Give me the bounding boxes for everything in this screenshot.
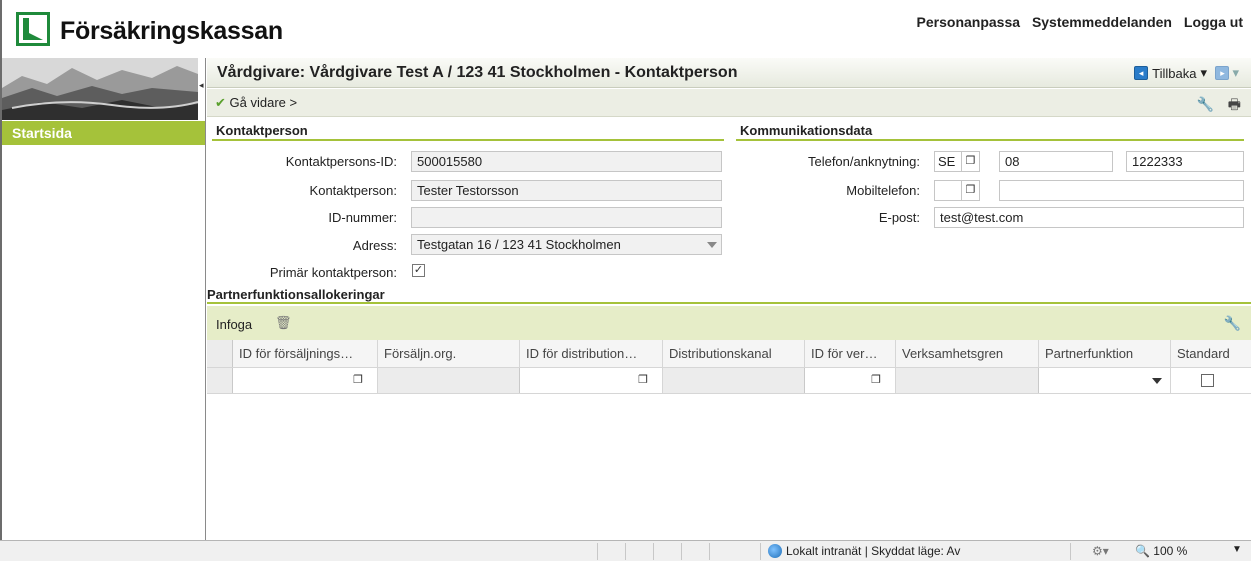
partner-heading-underline: [207, 302, 1251, 304]
app-header: Försäkringskassan Personanpassa Systemme…: [0, 0, 1251, 58]
statusbar-divider: [681, 543, 682, 560]
e-post-field[interactable]: test@test.com: [934, 207, 1244, 228]
statusbar-divider: [653, 543, 654, 560]
valuehelp-icon[interactable]: ❐: [638, 373, 648, 386]
left-navigation: ◂ Startsida: [0, 58, 206, 540]
telefon-country-field[interactable]: SE: [934, 151, 962, 172]
primar-kontaktperson-label: Primär kontaktperson:: [269, 265, 397, 280]
statusbar-divider: [760, 543, 761, 560]
continue-label: Gå vidare >: [229, 95, 298, 110]
statusbar-divider: [597, 543, 598, 560]
back-dropdown-icon[interactable]: ▾: [1200, 65, 1207, 81]
mobil-country-valuehelp-icon[interactable]: ❐: [961, 180, 980, 201]
partner-heading: Partnerfunktionsallokeringar: [207, 287, 385, 302]
cell-forsaljn-org: [378, 368, 520, 393]
personanpassa-link[interactable]: Personanpassa: [917, 14, 1021, 30]
kommunikationsdata-heading: Kommunikationsdata: [736, 119, 1244, 141]
valuehelp-icon[interactable]: ❐: [871, 373, 881, 386]
back-arrow-icon: ◂: [1134, 66, 1149, 80]
page-titlebar: Vårdgivare: Vårdgivare Test A / 123 41 S…: [207, 58, 1251, 88]
kontaktpersons-id-field: 500015580: [411, 151, 722, 172]
adress-dropdown-icon[interactable]: [707, 242, 717, 248]
kontaktpersons-id-label: Kontaktpersons-ID:: [285, 154, 397, 169]
toolbar-icons: 🔧 🖶: [1186, 94, 1241, 118]
top-links: Personanpassa Systemmeddelanden Logga ut: [909, 14, 1243, 30]
forsakringskassan-logo: [16, 12, 50, 46]
forward-dropdown-icon[interactable]: ▾: [1232, 65, 1239, 81]
back-label: Tillbaka: [1152, 65, 1197, 81]
page-title: Vårdgivare: Vårdgivare Test A / 123 41 S…: [217, 64, 738, 81]
col-header-id-verksamhet[interactable]: ID för ver…: [805, 340, 896, 367]
personalize-wrench-icon[interactable]: 🔧: [1196, 96, 1213, 112]
nav-startsida[interactable]: Startsida: [2, 121, 205, 145]
infoga-button[interactable]: Infoga: [216, 317, 252, 332]
cell-id-distribution[interactable]: ❐: [520, 368, 663, 393]
col-header-verksamhetsgren[interactable]: Verksamhetsgren: [896, 340, 1039, 367]
adress-label: Adress:: [352, 238, 397, 253]
row-selector[interactable]: [207, 368, 233, 393]
logga-ut-link[interactable]: Logga ut: [1184, 14, 1243, 30]
col-header-standard[interactable]: Standard: [1171, 340, 1251, 367]
action-toolbar: ✔ Gå vidare > 🔧 🖶: [207, 89, 1251, 117]
valuehelp-icon[interactable]: ❐: [353, 373, 363, 386]
browser-statusbar: Lokalt intranät | Skyddat läge: Av ⚙▾ 🔍 …: [0, 540, 1251, 561]
id-nummer-field: [411, 207, 722, 228]
telefon-label: Telefon/anknytning:: [807, 154, 920, 169]
cell-id-forsaljning[interactable]: ❐: [233, 368, 378, 393]
security-zone-label: Lokalt intranät | Skyddat läge: Av: [786, 544, 961, 558]
table-settings-wrench-icon[interactable]: 🔧: [1224, 315, 1241, 332]
primar-kontaktperson-checkbox[interactable]: ✓: [412, 264, 425, 277]
col-header-id-distribution[interactable]: ID för distribution…: [520, 340, 663, 367]
delete-row-trash-icon[interactable]: 🗑: [275, 315, 292, 331]
continue-button[interactable]: ✔ Gå vidare >: [215, 95, 297, 111]
protected-mode-icon[interactable]: ⚙▾: [1092, 544, 1109, 558]
mobil-country-field[interactable]: [934, 180, 962, 201]
mobiltelefon-field[interactable]: [999, 180, 1244, 201]
adress-select[interactable]: Testgatan 16 / 123 41 Stockholmen: [411, 234, 722, 255]
cell-id-verksamhet[interactable]: ❐: [805, 368, 896, 393]
statusbar-divider: [709, 543, 710, 560]
telefon-number-field[interactable]: 1222333: [1126, 151, 1244, 172]
print-icon[interactable]: 🖶: [1228, 96, 1241, 112]
cell-distributionskanal: [663, 368, 805, 393]
statusbar-divider: [625, 543, 626, 560]
zoom-icon: 🔍: [1135, 544, 1150, 558]
partner-table-toolbar: Infoga 🗑 🔧: [207, 306, 1251, 340]
table-row: ❐ ❐ ❐: [207, 368, 1251, 394]
zoom-level: 100 %: [1153, 544, 1188, 558]
back-button[interactable]: ◂ Tillbaka ▾: [1134, 65, 1207, 81]
zoom-dropdown-icon[interactable]: ▼: [1232, 544, 1242, 555]
forward-arrow-icon: ▸: [1215, 66, 1230, 80]
row-selector-header[interactable]: [207, 340, 233, 367]
telefon-area-field[interactable]: 08: [999, 151, 1113, 172]
cell-partnerfunktion-select[interactable]: [1039, 368, 1171, 393]
statusbar-divider: [1070, 543, 1071, 560]
mobiltelefon-label: Mobiltelefon:: [846, 183, 920, 198]
zoom-control[interactable]: 🔍 100 %: [1135, 544, 1187, 558]
col-header-id-forsaljning[interactable]: ID för försäljnings…: [233, 340, 378, 367]
id-nummer-label: ID-nummer:: [328, 210, 397, 225]
cell-standard: [1171, 368, 1251, 393]
intranet-globe-icon: [768, 544, 782, 558]
adress-value: Testgatan 16 / 123 41 Stockholmen: [417, 237, 621, 252]
standard-checkbox[interactable]: [1201, 374, 1214, 387]
telefon-country-valuehelp-icon[interactable]: ❐: [961, 151, 980, 172]
systemmeddelanden-link[interactable]: Systemmeddelanden: [1032, 14, 1172, 30]
col-header-forsaljn-org[interactable]: Försäljn.org.: [378, 340, 520, 367]
collapse-pane-icon[interactable]: ◂: [199, 80, 207, 94]
checkmark-icon: ✔: [215, 95, 226, 110]
security-zone[interactable]: Lokalt intranät | Skyddat läge: Av: [768, 544, 960, 558]
kontaktperson-label: Kontaktperson:: [309, 183, 397, 198]
kontaktperson-field: Tester Testorsson: [411, 180, 722, 201]
col-header-distributionskanal[interactable]: Distributionskanal: [663, 340, 805, 367]
chevron-down-icon[interactable]: [1152, 378, 1162, 384]
cell-verksamhetsgren: [896, 368, 1039, 393]
e-post-label: E-post:: [878, 210, 920, 225]
table-header-row: ID för försäljnings… Försäljn.org. ID fö…: [207, 340, 1251, 368]
mountain-banner-image: [2, 58, 198, 120]
col-header-partnerfunktion[interactable]: Partnerfunktion: [1039, 340, 1171, 367]
brand-name: Försäkringskassan: [60, 17, 283, 45]
kontaktperson-heading: Kontaktperson: [212, 119, 724, 141]
forward-button[interactable]: ▸ ▾: [1215, 65, 1239, 81]
